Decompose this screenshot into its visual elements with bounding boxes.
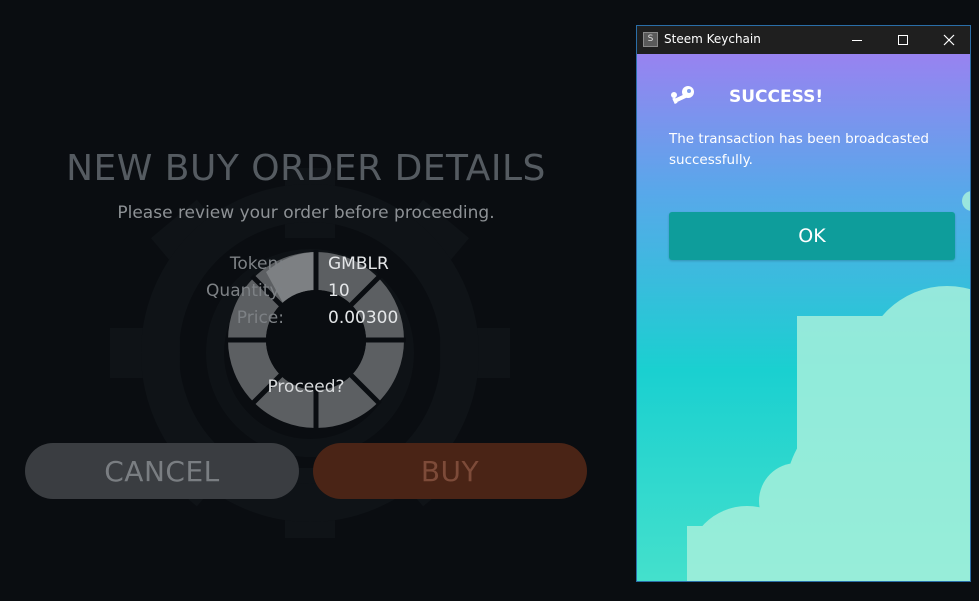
loading-spinner-icon [226,250,406,430]
cancel-button[interactable]: CANCEL [25,443,299,499]
success-heading: SUCCESS! [729,87,824,107]
quantity-value: 10 [328,281,350,301]
window-titlebar[interactable]: S Steem Keychain [637,26,970,54]
app-icon: S [643,32,658,47]
close-icon[interactable] [926,26,970,54]
cloud-decoration [687,191,970,581]
page-title: NEW BUY ORDER DETAILS [66,148,546,189]
price-value: 0.00300 [328,308,399,328]
key-icon [671,86,694,105]
order-details-page: NEW BUY ORDER DETAILS Please review your… [0,0,636,601]
token-label: Token: [229,254,284,274]
quantity-label: Quantity: [206,281,284,301]
ok-button[interactable]: OK [669,212,955,260]
maximize-icon[interactable] [880,26,926,54]
proceed-prompt: Proceed? [267,377,345,397]
success-message: The transaction has been broadcasted suc… [669,131,929,168]
price-label: Price: [236,308,284,328]
keychain-window: S Steem Keychain SUCCESS! The transactio… [636,25,971,582]
page-subtitle: Please review your order before proceedi… [117,203,495,223]
minimize-icon[interactable] [834,26,880,54]
window-title: Steem Keychain [664,32,761,46]
buy-button[interactable]: BUY [313,443,587,499]
token-value: GMBLR [328,254,389,274]
